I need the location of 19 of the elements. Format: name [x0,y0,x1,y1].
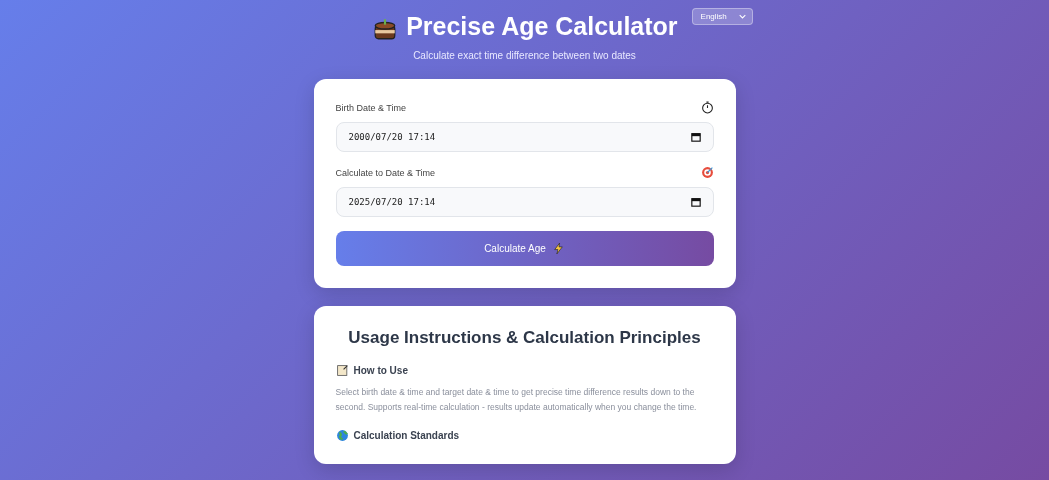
globe-icon [335,429,349,442]
section-text: Select birth date & time and target date & time to get precise time difference results down to the second. Supports real-time calculation - results update automatically when you change the time. [335,386,698,414]
calendar-icon[interactable] [690,197,701,207]
section-heading: Calculation Standards [353,430,460,441]
field-label: Calculate to Date & Time [335,167,436,178]
section-heading: How to Use [353,365,408,376]
page-title: Precise Age Calculator [406,11,678,42]
calculate-button[interactable]: Calculate Age [335,231,714,266]
instructions-title: Usage Instructions & Calculation Principles [347,328,702,348]
target-icon [700,166,714,179]
page-subtitle: Calculate exact time difference between two dates [413,50,636,61]
lightning-icon [551,242,565,255]
caret-icon [738,14,746,19]
stopwatch-icon [700,101,714,114]
datetime-input[interactable]: 2000/07/20 17:14 [335,122,714,152]
memo-icon [335,364,349,377]
calendar-icon[interactable] [690,132,701,142]
field-label: Birth Date & Time [335,102,407,113]
datetime-input[interactable]: 2025/07/20 17:14 [335,187,714,217]
